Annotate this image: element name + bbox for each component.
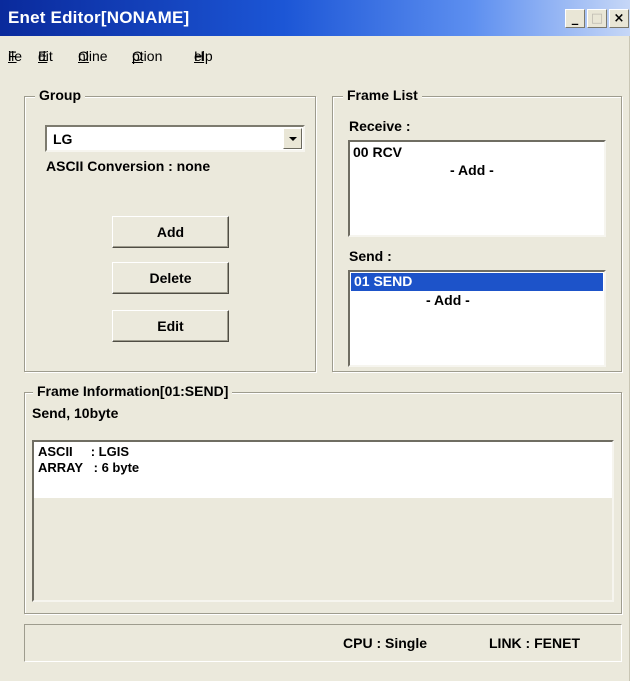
- receive-label: Receive :: [349, 118, 411, 134]
- send-add-item[interactable]: - Add -: [426, 292, 470, 308]
- menu-edit-label: dit: [38, 48, 53, 64]
- send-label: Send :: [349, 248, 392, 264]
- send-item-selected[interactable]: 01 SEND: [351, 273, 603, 291]
- group-select[interactable]: LG: [45, 125, 305, 152]
- frame-summary: Send, 10byte: [32, 405, 119, 421]
- receive-item[interactable]: 00 RCV: [353, 144, 402, 160]
- ascii-line: ASCII : LGIS: [38, 444, 130, 459]
- menu-bar: File Edit Online Option Help: [0, 48, 630, 70]
- group-legend: Group: [35, 87, 85, 103]
- minimize-button[interactable]: _: [565, 9, 585, 28]
- cpu-status: CPU : Single: [343, 635, 428, 651]
- menu-online-label: nline: [78, 48, 108, 64]
- send-list[interactable]: 01 SEND - Add -: [348, 270, 606, 367]
- status-bar: CPU : Single LINK : FENET: [24, 624, 622, 662]
- delete-group-button[interactable]: Delete: [112, 262, 229, 294]
- maximize-button[interactable]: □: [587, 9, 607, 28]
- menu-option-label: ption: [132, 48, 163, 64]
- array-line: ARRAY : 6 byte: [38, 460, 140, 475]
- link-status: LINK : FENET: [489, 635, 580, 651]
- receive-list[interactable]: 00 RCV - Add -: [348, 140, 606, 237]
- frame-information-legend: Frame Information[01:SEND]: [33, 383, 233, 399]
- frame-detail-box[interactable]: ASCII : LGIS ARRAY : 6 byte: [32, 440, 614, 602]
- dropdown-arrow-icon[interactable]: [283, 128, 302, 149]
- enet-editor-window: Enet Editor[NONAME] _ □ × File Edit Onli…: [0, 0, 630, 681]
- receive-add-item[interactable]: - Add -: [450, 162, 494, 178]
- title-bar[interactable]: Enet Editor[NONAME] _ □ ×: [0, 0, 630, 36]
- group-select-value: LG: [53, 131, 73, 147]
- send-item-label: 01 SEND: [354, 273, 413, 289]
- close-button[interactable]: ×: [609, 9, 629, 28]
- menu-file-label: ile: [8, 48, 23, 64]
- edit-group-button[interactable]: Edit: [112, 310, 229, 342]
- menu-help-label: elp: [194, 48, 213, 64]
- add-group-button[interactable]: Add: [112, 216, 229, 248]
- ascii-conversion-label: ASCII Conversion : none: [46, 158, 211, 174]
- frame-list-legend: Frame List: [343, 87, 422, 103]
- window-title: Enet Editor[NONAME]: [8, 8, 190, 27]
